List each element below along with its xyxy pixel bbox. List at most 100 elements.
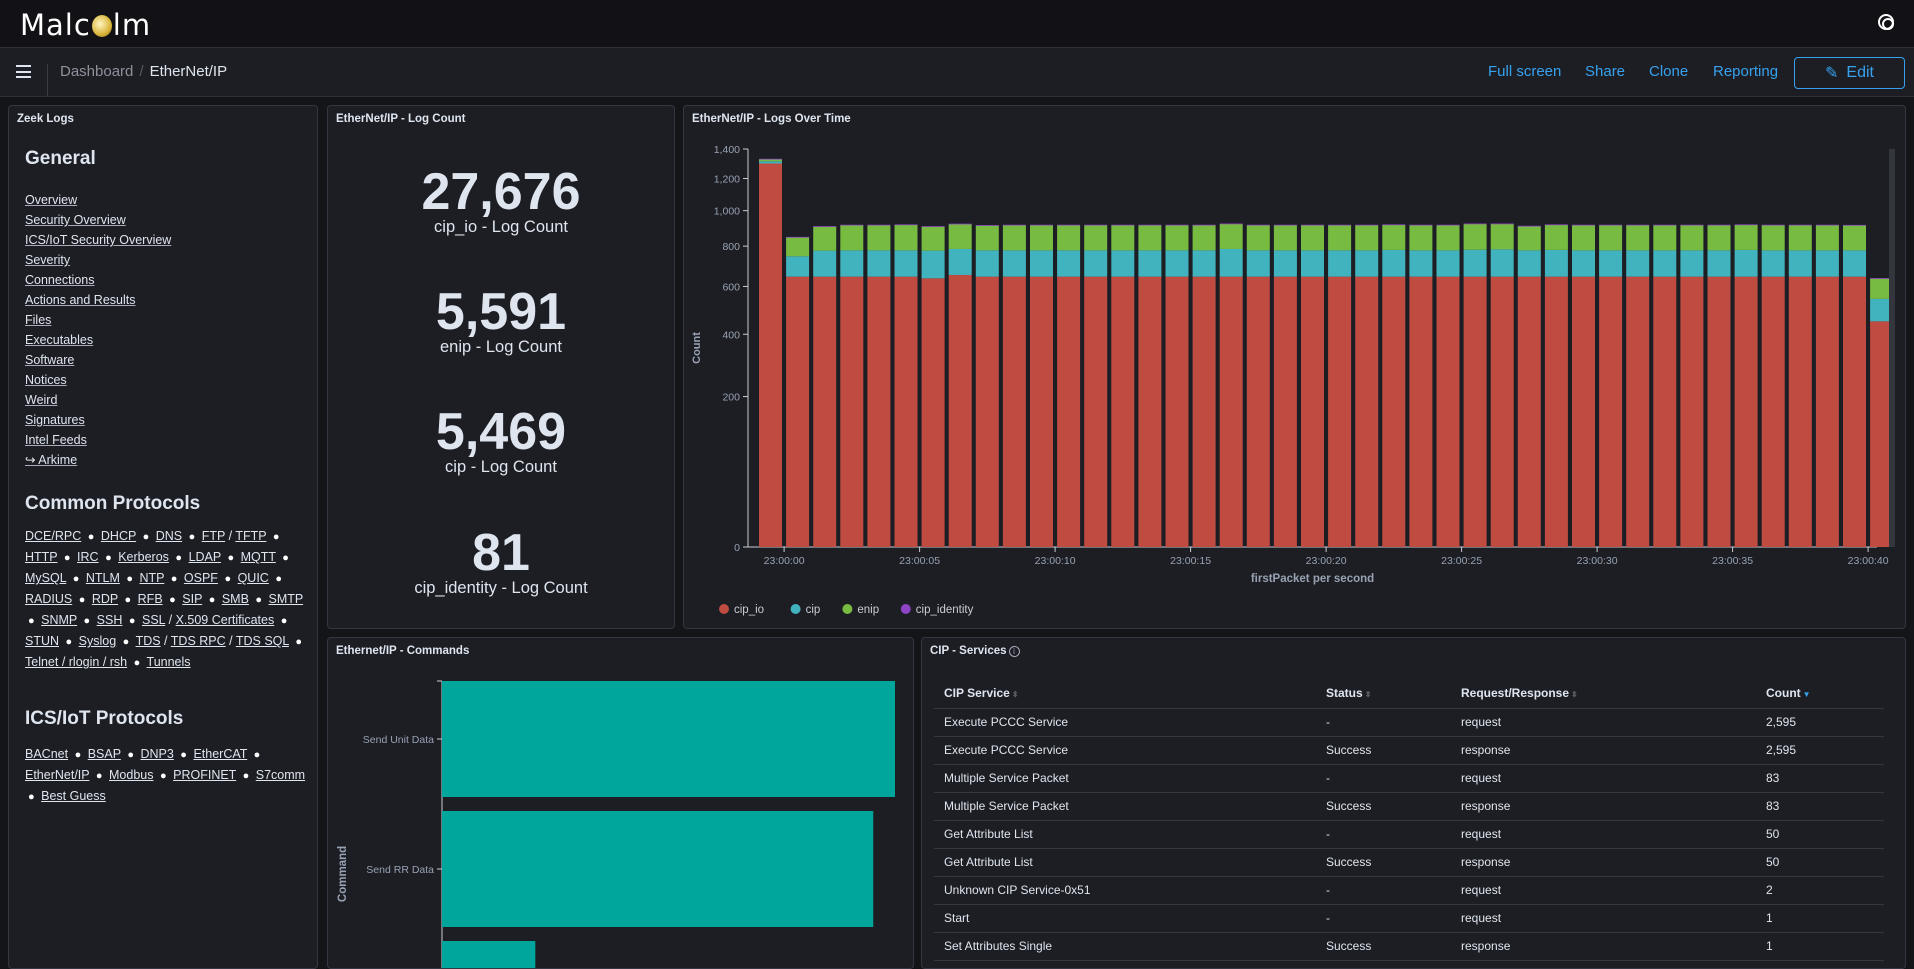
bar-enip-23:00:24[interactable] xyxy=(1436,225,1460,251)
bar-cip-23:00:07[interactable] xyxy=(975,250,999,277)
link-tds-rpc[interactable]: TDS RPC xyxy=(171,634,226,648)
bar-cip-23:00:35[interactable] xyxy=(1734,249,1758,277)
bar-enip-23:00:00[interactable] xyxy=(786,237,810,257)
link-ospf[interactable]: OSPF xyxy=(184,571,218,585)
legend-cip_io[interactable]: cip_io xyxy=(734,604,764,616)
bar-cip_io-23:00:25[interactable] xyxy=(1463,276,1487,547)
bar-enip-23:00:18[interactable] xyxy=(1273,225,1297,251)
bar-enip-23:00:12[interactable] xyxy=(1111,225,1135,251)
link-dce-rpc[interactable]: DCE/RPC xyxy=(25,529,81,543)
bar-enip-23:00:35[interactable] xyxy=(1734,224,1758,250)
bar-cip-23:00:38[interactable] xyxy=(1815,250,1839,277)
malcolm-logo[interactable]: Malc lm xyxy=(20,8,151,42)
clone-button[interactable]: Clone xyxy=(1649,63,1688,80)
bar-cip_io-23:00:35[interactable] xyxy=(1734,276,1758,547)
bar-cip_io-23:00:18[interactable] xyxy=(1273,276,1297,547)
link-ntp[interactable]: NTP xyxy=(140,571,165,585)
link-actions-and-results[interactable]: Actions and Results xyxy=(25,290,171,310)
bar-cip_io-23:00:08[interactable] xyxy=(1002,276,1026,547)
bar-cip-23:00:34[interactable] xyxy=(1707,250,1731,277)
bar-cip_identity-23:00:36[interactable] xyxy=(1761,224,1785,226)
bar-cip_io-23:00:00[interactable] xyxy=(786,276,810,547)
link-telnet-rlogin-rsh[interactable]: Telnet / rlogin / rsh xyxy=(25,655,127,669)
bar-cip_identity-23:00:00[interactable] xyxy=(786,236,810,238)
bar-enip-23:00:02[interactable] xyxy=(840,225,864,251)
sort-icon[interactable]: ⬍ xyxy=(1571,690,1578,699)
bar-enip-23:00:26[interactable] xyxy=(1490,223,1514,250)
bar-cip_io-23:00:02[interactable] xyxy=(840,276,864,547)
bar-cip-23:00:12[interactable] xyxy=(1111,250,1135,277)
link-tds-sql[interactable]: TDS SQL xyxy=(236,634,289,648)
bar-cip-23:00:31[interactable] xyxy=(1626,250,1650,277)
edit-button[interactable]: ✎ Edit xyxy=(1794,57,1905,89)
bar-cip-23:00:13[interactable] xyxy=(1138,250,1162,277)
bar-cip-23:00:39[interactable] xyxy=(1843,250,1866,277)
link-tftp[interactable]: TFTP xyxy=(235,529,266,543)
bar-enip-23:00:28[interactable] xyxy=(1544,224,1568,250)
link-ssl[interactable]: SSL xyxy=(142,613,165,627)
link-bacnet[interactable]: BACnet xyxy=(25,747,68,761)
column-header-status[interactable]: Status ⬍ xyxy=(1316,680,1451,709)
bar-cip_io-23:00:30[interactable] xyxy=(1599,276,1623,547)
share-button[interactable]: Share xyxy=(1585,63,1625,80)
bar-cip_io-23:00:17[interactable] xyxy=(1246,276,1270,547)
bar-cip-23:00:04[interactable] xyxy=(894,250,918,277)
bar-enip-23:00:30[interactable] xyxy=(1599,225,1623,251)
bar-cip_identity-23:00:02[interactable] xyxy=(840,224,864,226)
bar-enip-23:00:11[interactable] xyxy=(1084,225,1108,251)
bar-cip_identity-23:00:28[interactable] xyxy=(1544,224,1568,226)
info-icon[interactable]: i xyxy=(1008,646,1020,657)
link-mqtt[interactable]: MQTT xyxy=(241,550,276,564)
bar-cip_io-23:00:01[interactable] xyxy=(813,276,837,547)
column-header-request-response[interactable]: Request/Response ⬍ xyxy=(1451,680,1756,709)
bar-enip-23:00:38[interactable] xyxy=(1815,225,1839,251)
bar-cip_identity-23:00:14[interactable] xyxy=(1165,224,1189,226)
link-files[interactable]: Files xyxy=(25,310,171,330)
bar-cip-23:00:24[interactable] xyxy=(1436,250,1460,277)
bar-cip_identity-23:00:26[interactable] xyxy=(1490,223,1514,225)
bar-enip-23:00:16[interactable] xyxy=(1219,223,1243,249)
link-sip[interactable]: SIP xyxy=(182,592,202,606)
bar-cip_identity-23:00:18[interactable] xyxy=(1273,224,1297,226)
link-kerberos[interactable]: Kerberos xyxy=(118,550,169,564)
bar-cip_identity-23:00:10[interactable] xyxy=(1057,224,1081,226)
reporting-button[interactable]: Reporting xyxy=(1713,63,1778,80)
bar-cip_io-23:00:12[interactable] xyxy=(1111,276,1135,547)
bar-cip_io-23:00:32[interactable] xyxy=(1653,276,1677,547)
bar-cip-23:00:05[interactable] xyxy=(921,250,945,279)
bar-cip_io-23:00:07[interactable] xyxy=(975,276,999,547)
bar-cip_io-23:00:15[interactable] xyxy=(1192,276,1216,547)
bar-enip-23:00:07[interactable] xyxy=(975,225,999,251)
chart-scrollbar[interactable] xyxy=(1889,149,1895,547)
bar-cip_identity-23:00:30[interactable] xyxy=(1599,224,1623,226)
link-rdp[interactable]: RDP xyxy=(92,592,118,606)
bar-enip-23:00:39[interactable] xyxy=(1843,225,1866,251)
link-ldap[interactable]: LDAP xyxy=(189,550,221,564)
bar-cip_identity-23:00:39[interactable] xyxy=(1843,224,1866,226)
link-notices[interactable]: Notices xyxy=(25,370,171,390)
link-signatures[interactable]: Signatures xyxy=(25,410,171,430)
bar-cip-23:00:03[interactable] xyxy=(867,250,891,277)
column-header-cip-service[interactable]: CIP Service ⬍ xyxy=(934,680,1316,709)
bar-cip-23:00:02[interactable] xyxy=(840,250,864,277)
bar-cip-23:00:27[interactable] xyxy=(1517,250,1541,277)
bar-cip_io-23:00:34[interactable] xyxy=(1707,276,1731,547)
bar-cip_identity-23:00:27[interactable] xyxy=(1517,225,1541,227)
bar-cip-23:00:22[interactable] xyxy=(1382,249,1406,277)
bar-cip_identity-23:00:17[interactable] xyxy=(1246,224,1270,226)
bar-cip-22:59:59[interactable] xyxy=(759,161,782,164)
link-connections[interactable]: Connections xyxy=(25,270,171,290)
bar-cip_identity-23:00:38[interactable] xyxy=(1815,224,1839,226)
bar-cip_io-23:00:16[interactable] xyxy=(1219,276,1243,547)
bar-cip-23:00:01[interactable] xyxy=(813,250,837,277)
link-ntlm[interactable]: NTLM xyxy=(86,571,120,585)
sort-icon[interactable]: ⬍ xyxy=(1012,690,1019,699)
link-weird[interactable]: Weird xyxy=(25,390,171,410)
bar-enip-23:00:31[interactable] xyxy=(1626,225,1650,251)
bar-cip-23:00:11[interactable] xyxy=(1084,250,1108,277)
link-dhcp[interactable]: DHCP xyxy=(101,529,136,543)
link-best-guess[interactable]: Best Guess xyxy=(41,789,106,803)
bar-enip-23:00:27[interactable] xyxy=(1517,226,1541,251)
bar-cip_identity-22:59:59[interactable] xyxy=(759,158,782,160)
bar-cip_identity-23:00:33[interactable] xyxy=(1680,224,1704,226)
